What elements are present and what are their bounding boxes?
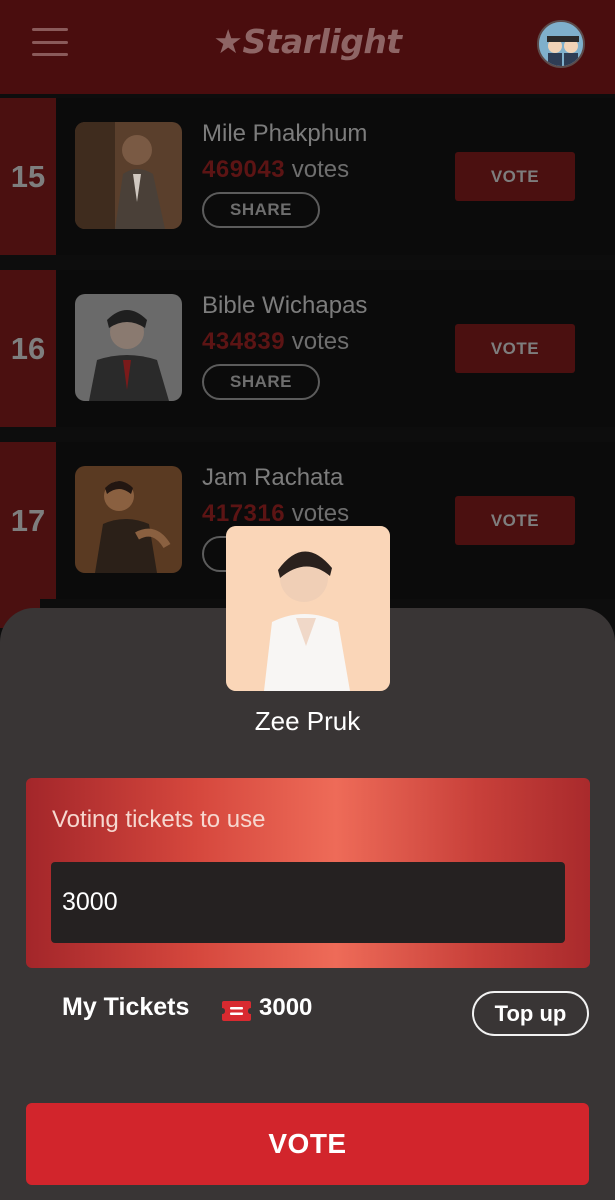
vote-count-suffix: votes [291,156,350,183]
share-button[interactable]: SHARE [202,192,320,228]
app-header: ★Starlight [0,0,615,94]
ticket-icon [221,999,252,1023]
vote-count-number: 434839 [202,328,286,355]
vote-count-suffix: votes [291,500,350,527]
vote-count: 469043 votes [202,156,349,184]
share-button[interactable]: SHARE [202,364,320,400]
vote-count: 434839 votes [202,328,349,356]
candidate-name: Mile Phakphum [202,120,368,147]
ranking-row: 16 Bible Wichapas 434839 votes SHARE VOT… [0,270,615,427]
rank-number: 15 [0,98,56,255]
rank-number: 16 [0,270,56,427]
vote-button[interactable]: VOTE [455,324,575,373]
app-logo[interactable]: ★Starlight [0,22,615,61]
candidate-name: Jam Rachata [202,464,344,491]
vote-count: 417316 votes [202,500,349,528]
selected-candidate-name: Zee Pruk [254,706,361,736]
vote-button[interactable]: VOTE [455,496,575,545]
vote-count-suffix: votes [291,328,350,355]
my-tickets-count: 3000 [259,994,313,1021]
top-up-button[interactable]: Top up [472,991,589,1036]
tickets-label: Voting tickets to use [52,806,266,833]
candidate-name: Bible Wichapas [202,292,368,319]
app-name: Starlight [242,22,402,61]
submit-vote-button[interactable]: VOTE [26,1103,589,1185]
rank-number: 17 [0,442,56,599]
tickets-amount-input[interactable] [51,862,565,943]
my-tickets-label: My Tickets [62,993,190,1021]
candidate-photo[interactable] [75,294,182,401]
vote-button[interactable]: VOTE [455,152,575,201]
candidate-photo[interactable] [75,466,182,573]
selected-candidate-photo [226,526,390,691]
ticket-input-card: Voting tickets to use [26,778,590,968]
user-avatar-icon[interactable] [537,20,585,68]
candidate-photo[interactable] [75,122,182,229]
ranking-row: 15 Mile Phakphum 469043 votes SHARE VOTE [0,98,615,255]
vote-count-number: 417316 [202,500,286,527]
vote-count-number: 469043 [202,156,286,183]
